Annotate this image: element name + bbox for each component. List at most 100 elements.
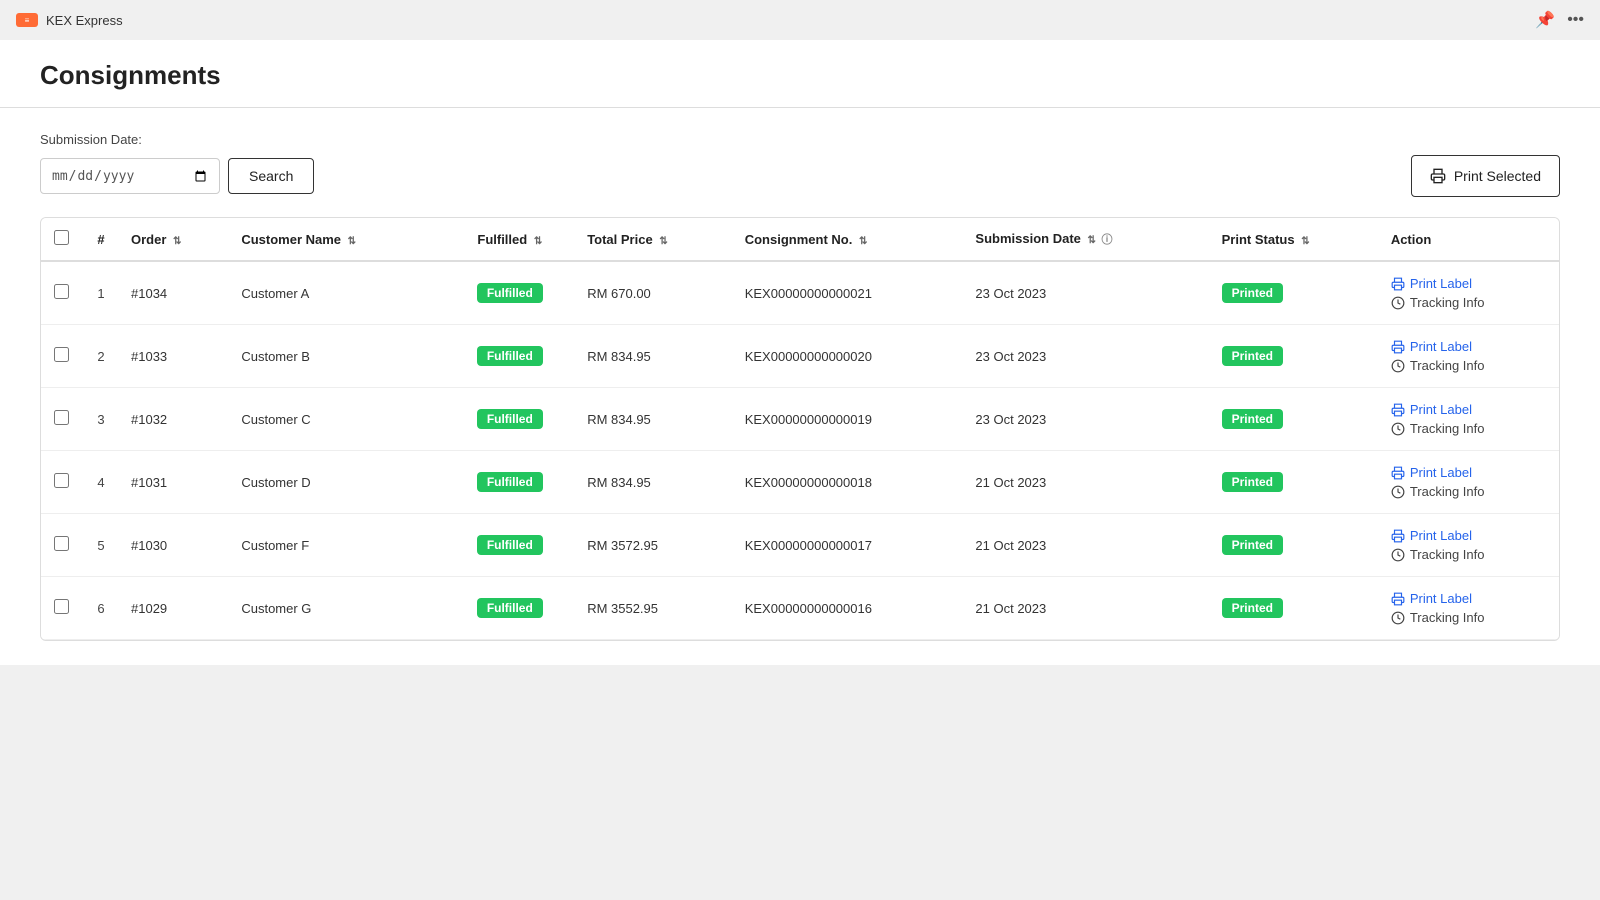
fulfilled-badge: Fulfilled bbox=[477, 283, 543, 303]
row-checkbox-cell[interactable] bbox=[41, 261, 81, 325]
tracking-info-link[interactable]: Tracking Info bbox=[1391, 484, 1485, 499]
printer-link-icon bbox=[1391, 403, 1405, 417]
price-sort-icon[interactable]: ⇅ bbox=[659, 236, 667, 247]
titlebar-right: 📌 ••• bbox=[1535, 10, 1584, 30]
tracking-info-link[interactable]: Tracking Info bbox=[1391, 421, 1485, 436]
row-number: 5 bbox=[81, 514, 121, 577]
print-label-link[interactable]: Print Label bbox=[1391, 402, 1472, 417]
filter-row: Search Print Selected bbox=[40, 155, 1560, 197]
row-checkbox-3[interactable] bbox=[54, 473, 69, 488]
row-print-status: Printed bbox=[1212, 388, 1381, 451]
row-checkbox-cell[interactable] bbox=[41, 388, 81, 451]
row-total-price: RM 3552.95 bbox=[577, 577, 735, 640]
fulfilled-sort-icon[interactable]: ⇅ bbox=[534, 236, 542, 247]
header-total-price: Total Price ⇅ bbox=[577, 218, 735, 261]
print-label-text: Print Label bbox=[1410, 528, 1472, 543]
print-label-link[interactable]: Print Label bbox=[1391, 591, 1472, 606]
row-checkbox-5[interactable] bbox=[54, 599, 69, 614]
tracking-info-link[interactable]: Tracking Info bbox=[1391, 610, 1485, 625]
app-title: KEX Express bbox=[46, 13, 123, 28]
row-total-price: RM 834.95 bbox=[577, 388, 735, 451]
more-icon[interactable]: ••• bbox=[1567, 11, 1584, 29]
row-print-status: Printed bbox=[1212, 514, 1381, 577]
print-label-link[interactable]: Print Label bbox=[1391, 465, 1472, 480]
order-sort-icon[interactable]: ⇅ bbox=[173, 236, 181, 247]
consignment-sort-icon[interactable]: ⇅ bbox=[859, 236, 867, 247]
printer-link-icon bbox=[1391, 466, 1405, 480]
printer-link-icon bbox=[1391, 340, 1405, 354]
row-checkbox-cell[interactable] bbox=[41, 451, 81, 514]
row-number: 4 bbox=[81, 451, 121, 514]
filter-left: Search bbox=[40, 158, 314, 194]
row-consignment-no: KEX00000000000016 bbox=[735, 577, 966, 640]
header-checkbox-cell[interactable] bbox=[41, 218, 81, 261]
header-print-status: Print Status ⇅ bbox=[1212, 218, 1381, 261]
row-number: 2 bbox=[81, 325, 121, 388]
clock-link-icon bbox=[1391, 359, 1405, 373]
pin-icon[interactable]: 📌 bbox=[1535, 10, 1555, 30]
tracking-info-text: Tracking Info bbox=[1410, 295, 1485, 310]
submission-date-label: Submission Date: bbox=[40, 132, 1560, 147]
print-label-text: Print Label bbox=[1410, 276, 1472, 291]
row-checkbox-2[interactable] bbox=[54, 410, 69, 425]
row-action: Print Label Tracking Info bbox=[1381, 261, 1559, 325]
header-submission-date: Submission Date ⇅ ⓘ bbox=[965, 218, 1211, 261]
row-submission-date: 21 Oct 2023 bbox=[965, 577, 1211, 640]
table-row: 2 #1033 Customer B Fulfilled RM 834.95 K… bbox=[41, 325, 1559, 388]
row-consignment-no: KEX00000000000019 bbox=[735, 388, 966, 451]
print-label-link[interactable]: Print Label bbox=[1391, 276, 1472, 291]
search-button[interactable]: Search bbox=[228, 158, 314, 194]
header-customer-name: Customer Name ⇅ bbox=[231, 218, 442, 261]
print-label-link[interactable]: Print Label bbox=[1391, 528, 1472, 543]
fulfilled-badge: Fulfilled bbox=[477, 598, 543, 618]
tracking-info-link[interactable]: Tracking Info bbox=[1391, 547, 1485, 562]
date-sort-icon[interactable]: ⇅ bbox=[1088, 235, 1096, 246]
row-fulfilled: Fulfilled bbox=[442, 514, 577, 577]
row-customer: Customer B bbox=[231, 325, 442, 388]
print-status-sort-icon[interactable]: ⇅ bbox=[1301, 236, 1309, 247]
row-print-status: Printed bbox=[1212, 261, 1381, 325]
page-title: Consignments bbox=[40, 60, 1560, 91]
printed-badge: Printed bbox=[1222, 535, 1283, 555]
row-checkbox-cell[interactable] bbox=[41, 514, 81, 577]
row-total-price: RM 834.95 bbox=[577, 451, 735, 514]
print-label-link[interactable]: Print Label bbox=[1391, 339, 1472, 354]
printed-badge: Printed bbox=[1222, 283, 1283, 303]
row-number: 3 bbox=[81, 388, 121, 451]
clock-link-icon bbox=[1391, 548, 1405, 562]
row-print-status: Printed bbox=[1212, 451, 1381, 514]
row-total-price: RM 3572.95 bbox=[577, 514, 735, 577]
content-area: Submission Date: Search Print Selected bbox=[0, 108, 1600, 665]
tracking-info-link[interactable]: Tracking Info bbox=[1391, 358, 1485, 373]
row-checkbox-cell[interactable] bbox=[41, 325, 81, 388]
row-checkbox-cell[interactable] bbox=[41, 577, 81, 640]
row-consignment-no: KEX00000000000017 bbox=[735, 514, 966, 577]
row-action: Print Label Tracking Info bbox=[1381, 514, 1559, 577]
row-submission-date: 23 Oct 2023 bbox=[965, 325, 1211, 388]
print-selected-button[interactable]: Print Selected bbox=[1411, 155, 1560, 197]
tracking-info-link[interactable]: Tracking Info bbox=[1391, 295, 1485, 310]
print-label-text: Print Label bbox=[1410, 339, 1472, 354]
row-fulfilled: Fulfilled bbox=[442, 261, 577, 325]
printer-link-icon bbox=[1391, 592, 1405, 606]
select-all-checkbox[interactable] bbox=[54, 230, 69, 245]
date-input[interactable] bbox=[40, 158, 220, 194]
row-checkbox-4[interactable] bbox=[54, 536, 69, 551]
row-order: #1031 bbox=[121, 451, 231, 514]
table-row: 6 #1029 Customer G Fulfilled RM 3552.95 … bbox=[41, 577, 1559, 640]
tracking-info-text: Tracking Info bbox=[1410, 421, 1485, 436]
page-header: Consignments bbox=[0, 40, 1600, 108]
app-icon: ≡ bbox=[16, 13, 38, 27]
row-checkbox-1[interactable] bbox=[54, 347, 69, 362]
header-order: Order ⇅ bbox=[121, 218, 231, 261]
row-submission-date: 21 Oct 2023 bbox=[965, 451, 1211, 514]
row-customer: Customer F bbox=[231, 514, 442, 577]
row-checkbox-0[interactable] bbox=[54, 284, 69, 299]
row-customer: Customer A bbox=[231, 261, 442, 325]
submission-date-info-icon[interactable]: ⓘ bbox=[1102, 234, 1113, 246]
titlebar-left: ≡ KEX Express bbox=[16, 13, 123, 28]
row-action: Print Label Tracking Info bbox=[1381, 451, 1559, 514]
customer-sort-icon[interactable]: ⇅ bbox=[348, 236, 356, 247]
header-action: Action bbox=[1381, 218, 1559, 261]
row-order: #1033 bbox=[121, 325, 231, 388]
